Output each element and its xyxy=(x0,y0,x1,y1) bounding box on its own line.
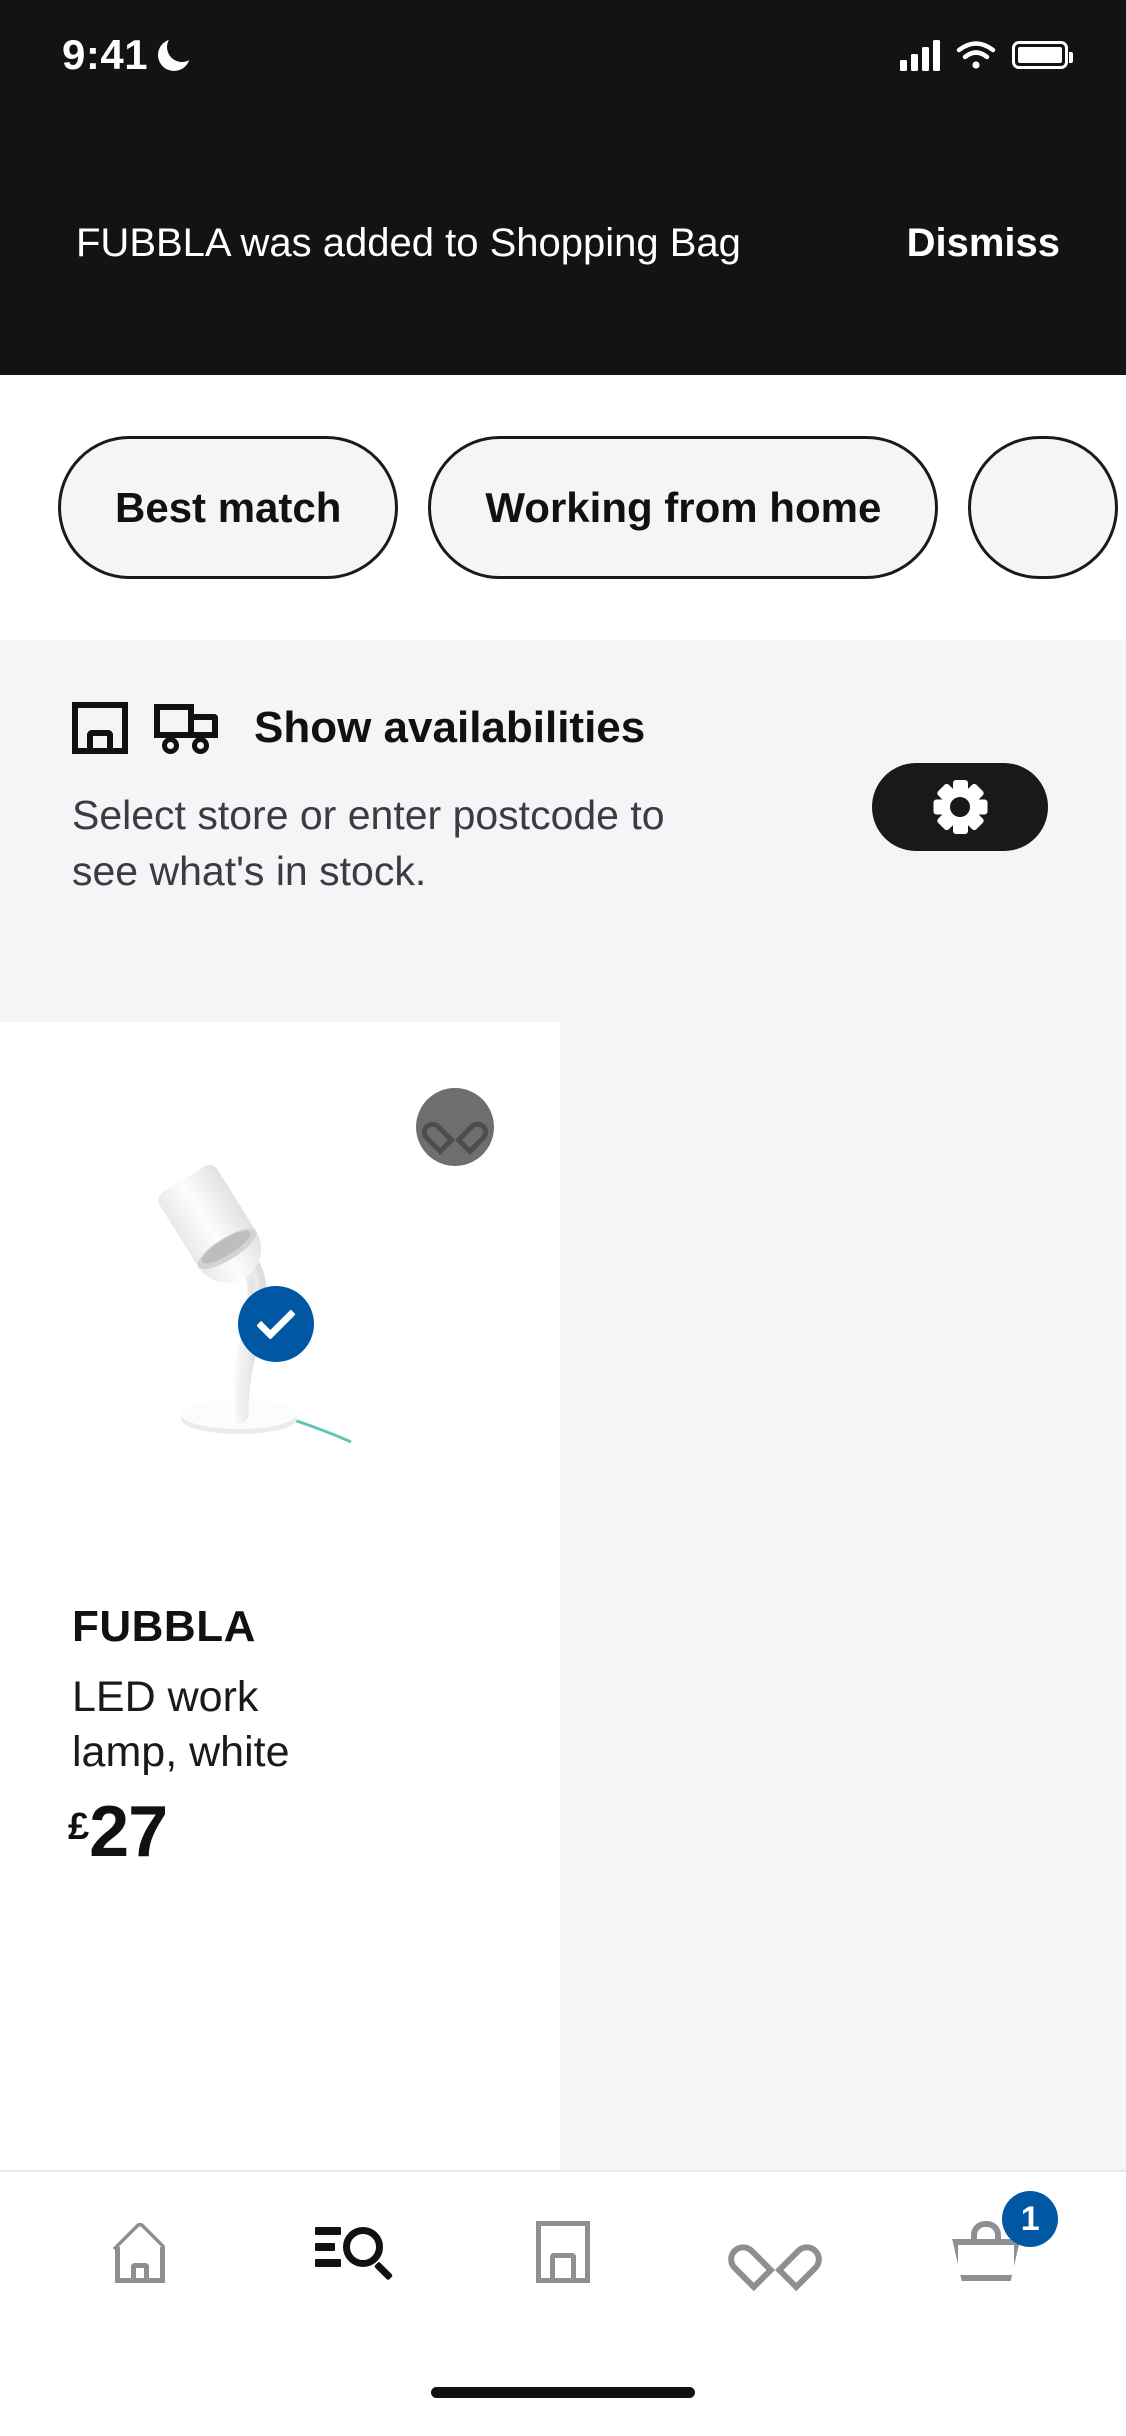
wifi-icon xyxy=(956,41,996,69)
store-icon xyxy=(535,2221,590,2283)
tab-home[interactable] xyxy=(70,2197,210,2307)
store-icon xyxy=(72,702,128,754)
tab-search[interactable] xyxy=(281,2197,421,2307)
status-bar-left: 9:41 xyxy=(62,31,198,79)
product-name: FUBBLA xyxy=(72,1602,256,1651)
toast-dismiss-button[interactable]: Dismiss xyxy=(907,221,1060,266)
add-to-bag-button[interactable] xyxy=(238,1286,314,1362)
gear-icon xyxy=(933,780,987,834)
availability-banner: Show availabilities Select store or ente… xyxy=(0,640,1126,1022)
home-indicator xyxy=(431,2387,695,2398)
signal-bars-icon xyxy=(900,39,940,71)
battery-icon xyxy=(1012,41,1073,69)
bottom-tab-bar: 1 xyxy=(0,2170,1126,2436)
filter-chip-row[interactable]: Best match Working from home xyxy=(0,375,1126,640)
tab-stores[interactable] xyxy=(493,2197,633,2307)
product-description: LED work lamp, white xyxy=(72,1673,290,1777)
tab-list: 1 xyxy=(0,2172,1126,2332)
product-grid: FUBBLA LED work lamp, white £ 27 xyxy=(0,1022,1126,2170)
heart-icon xyxy=(745,2225,805,2279)
price-value: 27 xyxy=(89,1792,168,1872)
price-currency: £ xyxy=(68,1806,90,1848)
availability-settings-button[interactable] xyxy=(872,763,1048,851)
filter-chip-partial[interactable] xyxy=(968,436,1119,579)
filter-chip-best-match[interactable]: Best match xyxy=(58,436,399,579)
product-card-placeholder xyxy=(560,1022,1126,2170)
status-bar: 9:41 xyxy=(0,0,1126,110)
search-icon xyxy=(315,2221,394,2283)
toast-region: 9:41 FUBBLA was added to Shopping Bag Di… xyxy=(0,0,1126,375)
status-bar-right xyxy=(900,39,1073,71)
shopping-bag-badge: 1 xyxy=(1002,2191,1059,2247)
availability-header: Show availabilities xyxy=(72,702,1068,754)
tab-favourites[interactable] xyxy=(705,2197,845,2307)
filter-chip-working-from-home[interactable]: Working from home xyxy=(428,436,939,579)
product-price: £ 27 xyxy=(68,1792,168,1872)
moon-icon xyxy=(158,32,198,71)
tab-shopping-bag[interactable]: 1 xyxy=(916,2191,1059,2307)
availability-description: Select store or enter postcode to see wh… xyxy=(72,792,665,894)
heart-icon xyxy=(434,1108,476,1146)
status-time: 9:41 xyxy=(62,31,149,78)
delivery-truck-icon xyxy=(154,702,222,754)
check-icon xyxy=(256,1300,296,1340)
product-card[interactable]: FUBBLA LED work lamp, white £ 27 xyxy=(0,1022,558,2170)
toast-banner: FUBBLA was added to Shopping Bag Dismiss xyxy=(0,218,1126,268)
availability-title: Show availabilities xyxy=(254,703,646,752)
home-icon xyxy=(111,2220,169,2283)
app-screen: 9:41 FUBBLA was added to Shopping Bag Di… xyxy=(0,0,1126,2436)
toast-message: FUBBLA was added to Shopping Bag xyxy=(76,221,741,265)
